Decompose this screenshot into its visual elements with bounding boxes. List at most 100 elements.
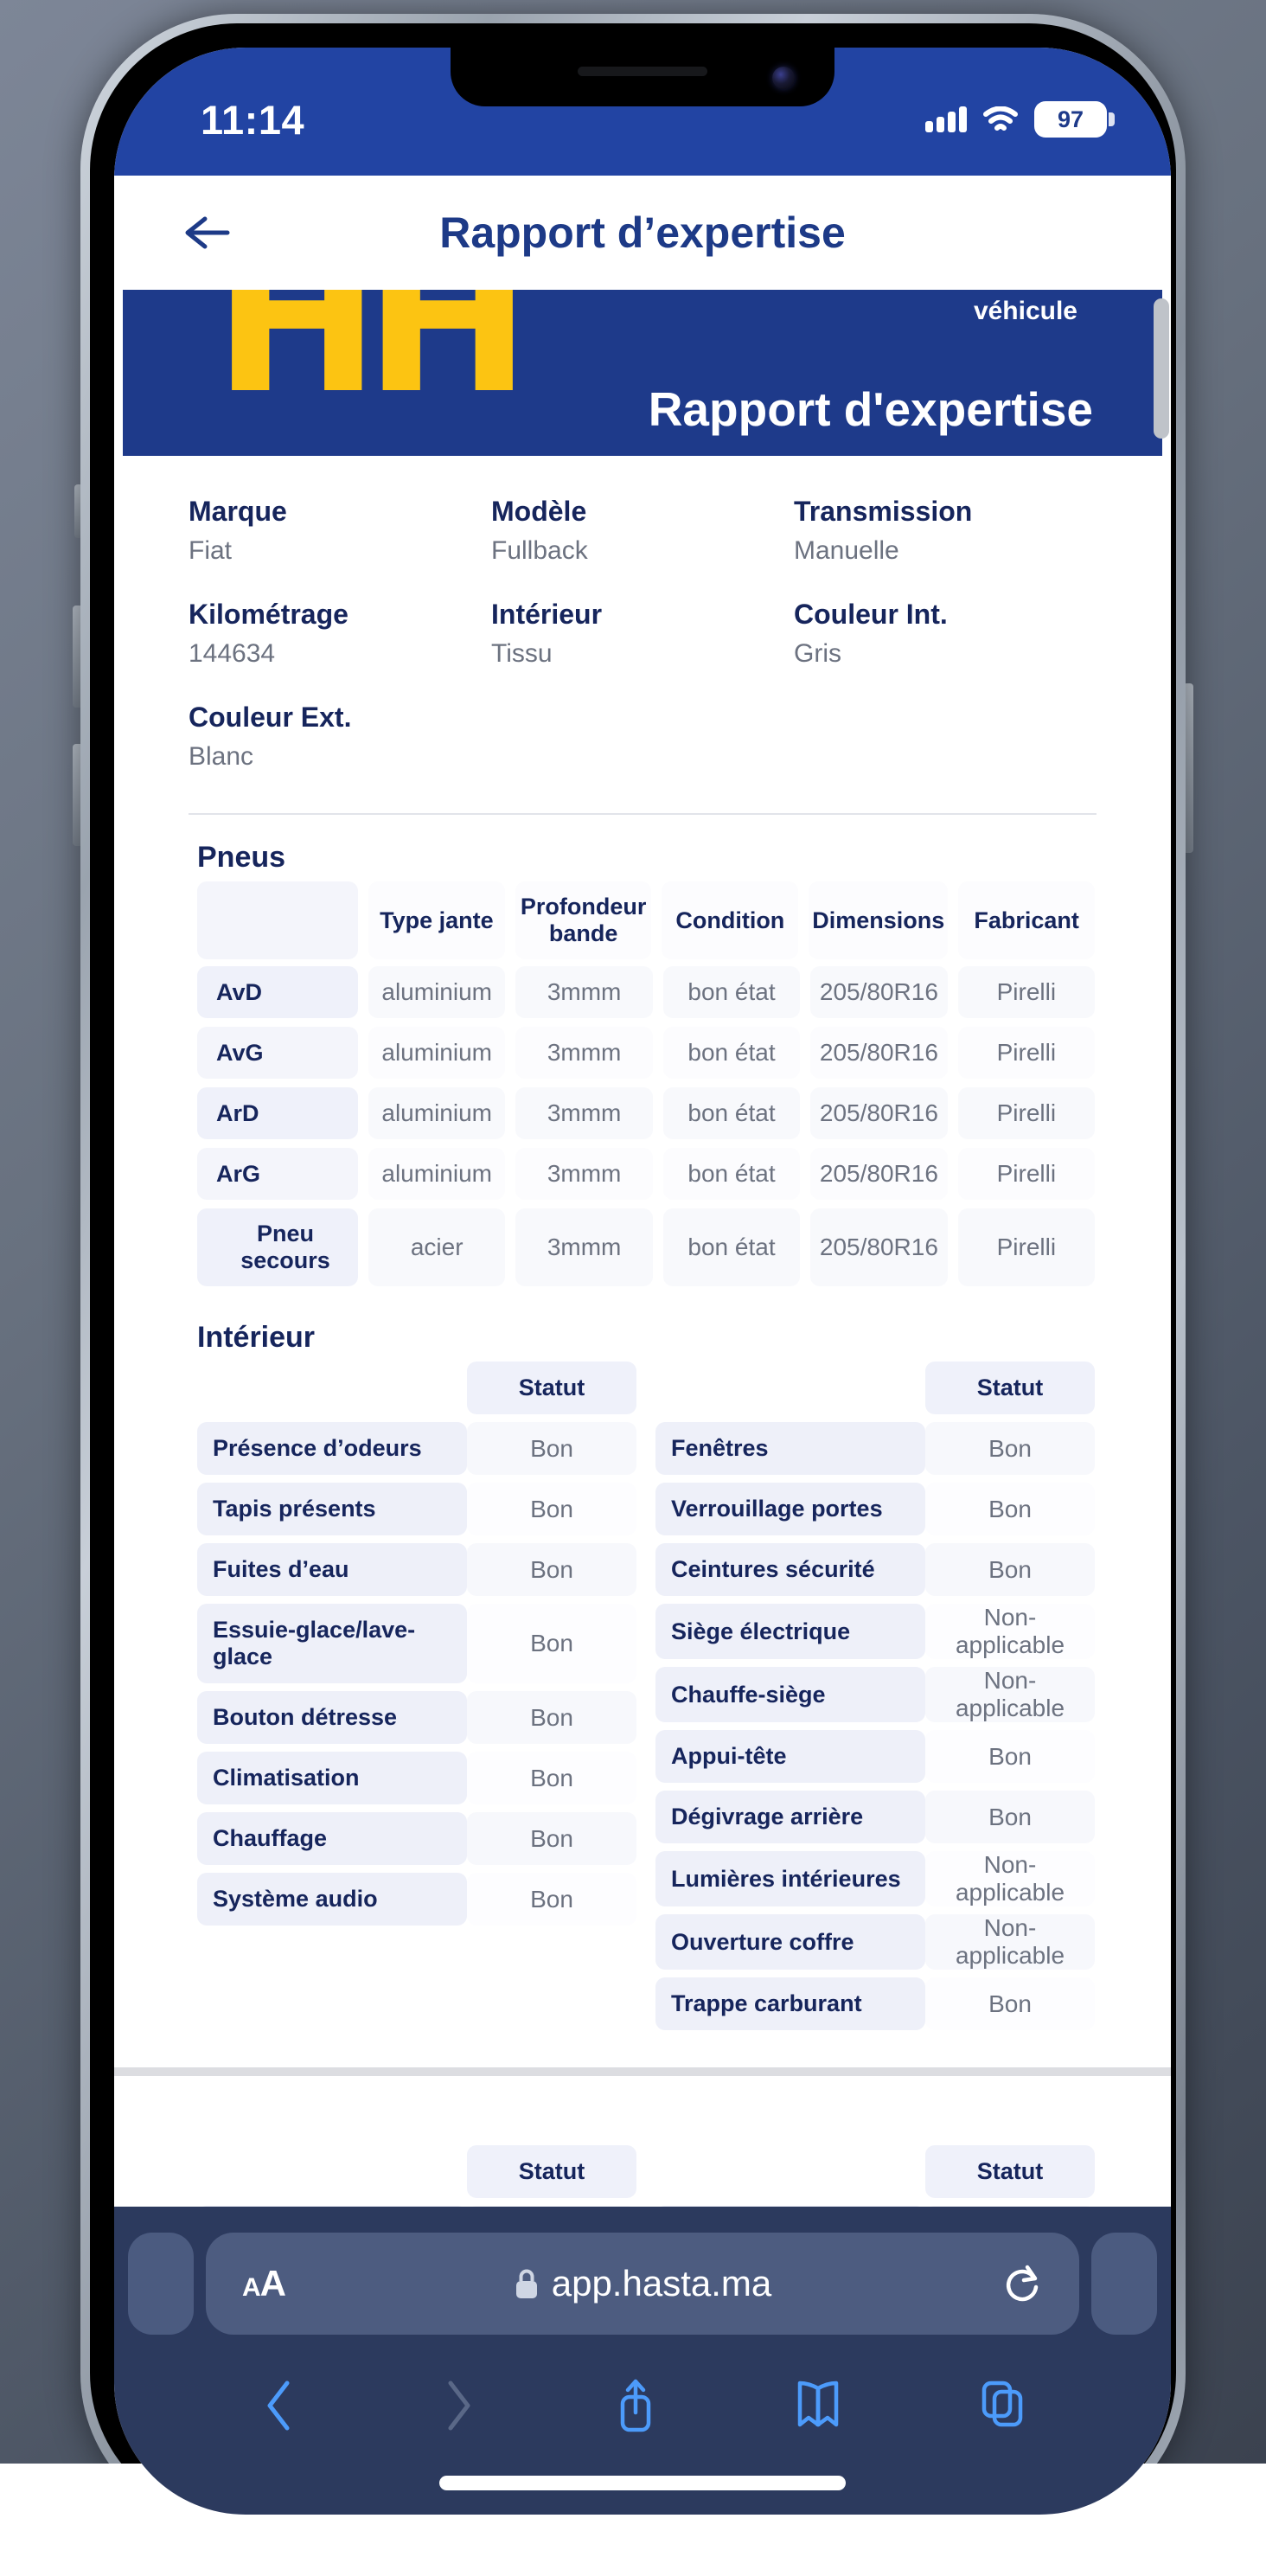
notch [451,48,834,106]
share-icon [620,2379,651,2432]
earpiece-speaker [578,67,707,76]
table-cell: Pirelli [957,966,1096,1018]
list-item: Fenêtres Bon [655,1422,1095,1475]
next-tab-peek[interactable] [1091,2233,1157,2335]
status-badge: Bon [467,1422,636,1475]
field-label: Marque [189,496,287,527]
list-item: Chauffe-siège Non-applicable [655,1667,1095,1722]
table-cell: bon état [662,1027,801,1079]
banner-subtitle: véhicule [973,297,1077,325]
table-cell: bon état [662,1208,801,1286]
table-cell: 205/80R16 [810,1148,948,1200]
item-label: Bouton détresse [197,1691,467,1744]
interior-left-column: Statut Présence d’odeurs Bon Tapis présen… [197,1362,636,2038]
status-badge: Bon [925,1791,1095,1843]
phone-screen: 11:14 97 Rapport d’expertise HH véhicule… [114,48,1171,2515]
vehicle-field: Intérieur Tissu [491,599,794,672]
battery-indicator: 97 [1034,101,1115,138]
status-clock: 11:14 [201,96,305,143]
item-label: Dégivrage arrière [655,1791,925,1843]
desktop-background: 11:14 97 Rapport d’expertise HH véhicule… [0,0,1266,2576]
table-cell: acier [368,1208,506,1286]
list-item: Présence d’odeurs Bon [197,1422,636,1475]
safari-tab-strip: AA app.hasta.ma [114,2233,1171,2335]
field-label: Couleur Int. [794,599,948,630]
vehicle-field: Modèle Fullback [491,496,794,569]
table-cell: 3mmm [515,1208,653,1286]
safari-share-button[interactable] [611,2374,660,2437]
table-header-cell: Fabricant [958,881,1095,959]
field-label: Modèle [491,496,587,527]
safari-bookmarks-button[interactable] [791,2374,845,2437]
status-badge: Bon [467,1483,636,1535]
field-value: Fiat [189,536,233,565]
safari-back-button[interactable] [258,2374,303,2437]
reload-button[interactable] [1001,2261,1043,2306]
list-item: Ceintures sécurité Bon [655,1543,1095,1596]
phone-bezel: 11:14 97 Rapport d’expertise HH véhicule… [90,23,1176,2520]
list-item: Lumières intérieures Non-applicable [655,1851,1095,1906]
field-value: Blanc [189,742,254,771]
safari-bottom-bar: AA app.hasta.ma [114,2207,1171,2515]
interior-tables-page2: Statut BluetoothNon-applicable Navigatio… [114,2121,1171,2207]
safari-tabs-button[interactable] [977,2374,1027,2437]
status-badge: Non-applicable [925,1914,1095,1970]
section-title-interieur: Intérieur [197,1321,316,1354]
address-bar[interactable]: AA app.hasta.ma [206,2233,1079,2335]
item-label: Siège électrique [655,1604,925,1659]
list-item: Bouton détresse Bon [197,1691,636,1744]
table-row: AvD aluminium 3mmm bon état 205/80R16 Pi… [197,966,1096,1018]
list-item: Siège électrique Non-applicable [655,1604,1095,1659]
list-item: Trappe carburant Bon [655,1977,1095,2030]
vehicle-field: Marque Fiat [189,496,491,569]
previous-tab-peek[interactable] [128,2233,194,2335]
safari-webview[interactable]: HH véhicule Rapport d'expertise Marque F… [114,290,1171,2207]
reload-icon [1006,2265,1039,2302]
battery-percent: 97 [1057,106,1084,132]
banner-title: Rapport d'expertise [648,382,1093,436]
list-item: Système audio Bon [197,1873,636,1926]
table-row: ArD aluminium 3mmm bon état 205/80R16 Pi… [197,1087,1096,1139]
vehicle-field: Couleur Ext. Blanc [189,702,491,775]
status-badge: Non-applicable [925,1667,1095,1722]
book-icon [798,2381,839,2427]
item-label: Fuites d’eau [197,1543,467,1596]
tires-table: Type jante Profondeur bande Condition Di… [114,881,1171,1286]
table-header-cell: Type jante [368,881,505,959]
page-scrollbar[interactable] [1154,298,1169,439]
lock-icon [515,2269,537,2298]
vehicle-field: Transmission Manuelle [794,496,1097,569]
table-cell: aluminium [368,966,506,1018]
page-break-bar [114,2067,1171,2076]
front-camera-icon [772,67,795,89]
list-item: Fuites d’eau Bon [197,1543,636,1596]
text-size-button[interactable]: AA [242,2263,286,2304]
list-item: Ouverture coffre Non-applicable [655,1914,1095,1970]
field-value: 144634 [189,639,276,668]
table-cell: Pirelli [957,1148,1096,1200]
table-cell: bon état [662,966,801,1018]
home-indicator[interactable] [439,2476,846,2490]
table-header-cell [197,881,358,959]
table-cell: 3mmm [515,1027,653,1079]
status-badge: Bon [925,1483,1095,1535]
item-label: Présence d’odeurs [197,1422,467,1475]
status-badge: Bon [925,1543,1095,1596]
list-item: Verrouillage portes Bon [655,1483,1095,1535]
table-cell: 205/80R16 [810,1087,948,1139]
company-logo: HH [214,290,531,438]
table-header-cell: Profondeur bande [515,881,652,959]
field-value: Manuelle [794,536,899,565]
safari-forward-button[interactable] [435,2374,480,2437]
